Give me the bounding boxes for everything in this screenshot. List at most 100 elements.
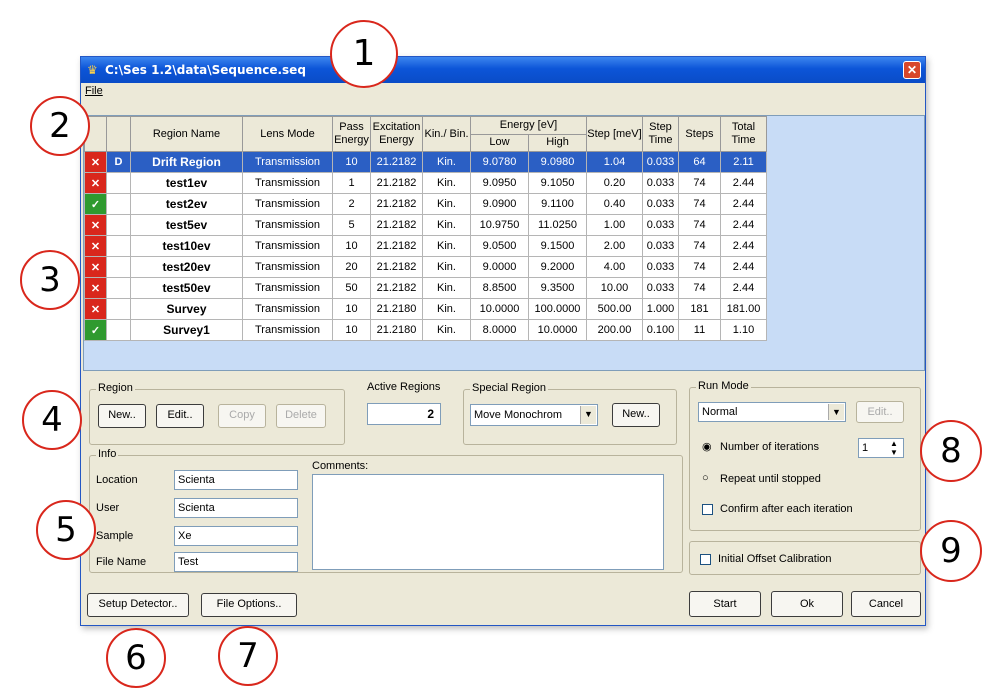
sample-field[interactable]: Xe bbox=[174, 526, 298, 546]
row-flag bbox=[106, 235, 131, 257]
row-flag bbox=[106, 256, 131, 278]
cell-name: test1ev bbox=[130, 172, 243, 194]
title-bar[interactable]: ♛ C:\Ses 1.2\data\Sequence.seq ✕ bbox=[81, 57, 925, 83]
filename-field[interactable]: Test bbox=[174, 552, 298, 572]
region-edit-button[interactable]: Edit.. bbox=[156, 404, 204, 428]
file-options-button[interactable]: File Options.. bbox=[201, 593, 297, 617]
cell-high: 9.1050 bbox=[528, 172, 587, 194]
window-title: C:\Ses 1.2\data\Sequence.seq bbox=[105, 63, 306, 77]
cell-kin: Kin. bbox=[422, 214, 471, 236]
special-region-select[interactable]: Move Monochrom ▼ bbox=[470, 404, 598, 426]
cell-name: Drift Region bbox=[130, 151, 243, 173]
close-button[interactable]: ✕ bbox=[903, 61, 921, 79]
row-flag bbox=[106, 298, 131, 320]
cell-low: 9.0900 bbox=[470, 193, 529, 215]
cell-step: 4.00 bbox=[586, 256, 643, 278]
location-field[interactable]: Scienta bbox=[174, 470, 298, 490]
cell-low: 10.9750 bbox=[470, 214, 529, 236]
callout-4: 4 bbox=[22, 390, 82, 450]
error-x-icon: ✕ bbox=[84, 256, 107, 278]
header-region-name[interactable]: Region Name bbox=[130, 116, 243, 152]
cell-kin: Kin. bbox=[422, 256, 471, 278]
cell-step: 0.20 bbox=[586, 172, 643, 194]
menu-file[interactable]: File bbox=[85, 85, 103, 97]
table-row[interactable]: ✕ test10ev Transmission 10 21.2182 Kin. 9.0500… bbox=[84, 235, 767, 257]
special-region-group: Special Region Move Monochrom ▼ New.. bbox=[463, 382, 677, 445]
cancel-button[interactable]: Cancel bbox=[851, 591, 921, 617]
header-steps[interactable]: Steps bbox=[678, 116, 721, 152]
cell-exc: 21.2182 bbox=[370, 214, 423, 236]
cell-name: Survey bbox=[130, 298, 243, 320]
table-row[interactable]: ✓ test2ev Transmission 2 21.2182 Kin. 9.0900 9.… bbox=[84, 193, 767, 215]
cell-high: 100.0000 bbox=[528, 298, 587, 320]
table-row[interactable]: ✓ Survey1 Transmission 10 21.2180 Kin. 8.0000 1… bbox=[84, 319, 767, 341]
comments-field[interactable] bbox=[312, 474, 664, 570]
cell-steps: 74 bbox=[678, 193, 721, 215]
table-row[interactable]: ✕ test50ev Transmission 50 21.2182 Kin. 8.8500… bbox=[84, 277, 767, 299]
start-button[interactable]: Start bbox=[689, 591, 761, 617]
special-region-new-button[interactable]: New.. bbox=[612, 403, 660, 427]
table-row[interactable]: ✕ Survey Transmission 10 21.2180 Kin. 10.0000 1… bbox=[84, 298, 767, 320]
check-icon: ✓ bbox=[84, 319, 107, 341]
cell-lens: Transmission bbox=[242, 214, 333, 236]
active-regions-group: Active Regions 2 bbox=[357, 381, 455, 445]
row-flag bbox=[106, 172, 131, 194]
cell-step: 1.00 bbox=[586, 214, 643, 236]
cell-name: test50ev bbox=[130, 277, 243, 299]
header-kin-bin[interactable]: Kin./ Bin. bbox=[422, 116, 471, 152]
region-table-wrap: Region Name Lens Mode Pass Energy Excita… bbox=[83, 115, 925, 371]
run-mode-edit-button[interactable]: Edit.. bbox=[856, 401, 904, 423]
cell-step: 10.00 bbox=[586, 277, 643, 299]
run-mode-select[interactable]: Normal ▼ bbox=[698, 402, 846, 422]
cell-lens: Transmission bbox=[242, 151, 333, 173]
calibration-group: Initial Offset Calibration bbox=[689, 541, 921, 575]
cell-step-time: 0.033 bbox=[642, 193, 679, 215]
cell-exc: 21.2182 bbox=[370, 193, 423, 215]
chevron-down-icon[interactable]: ▼ bbox=[828, 404, 844, 420]
calibration-checkbox[interactable] bbox=[700, 554, 711, 565]
cell-exc: 21.2182 bbox=[370, 256, 423, 278]
setup-detector-button[interactable]: Setup Detector.. bbox=[87, 593, 189, 617]
confirm-checkbox[interactable] bbox=[702, 504, 713, 515]
cell-low: 9.0780 bbox=[470, 151, 529, 173]
table-row[interactable]: ✕ D Drift Region Transmission 10 21.2182 Kin. 9… bbox=[84, 151, 767, 173]
cell-name: test5ev bbox=[130, 214, 243, 236]
header-pass-energy[interactable]: Pass Energy bbox=[332, 116, 371, 152]
run-mode-selected: Normal bbox=[702, 406, 738, 418]
region-copy-button[interactable]: Copy bbox=[218, 404, 266, 428]
spinner-icon[interactable]: ▲ ▼ bbox=[890, 439, 898, 457]
cell-step-time: 0.033 bbox=[642, 235, 679, 257]
cell-total: 2.44 bbox=[720, 214, 767, 236]
region-new-button[interactable]: New.. bbox=[98, 404, 146, 428]
sequence-window: ♛ C:\Ses 1.2\data\Sequence.seq ✕ File Re… bbox=[80, 56, 926, 626]
repeat-radio[interactable]: ○ bbox=[702, 472, 709, 484]
table-row[interactable]: ✕ test20ev Transmission 20 21.2182 Kin. 9.0000… bbox=[84, 256, 767, 278]
cell-kin: Kin. bbox=[422, 298, 471, 320]
ok-button[interactable]: Ok bbox=[771, 591, 843, 617]
table-row[interactable]: ✕ test5ev Transmission 5 21.2182 Kin. 10.9750 1… bbox=[84, 214, 767, 236]
header-lens-mode[interactable]: Lens Mode bbox=[242, 116, 333, 152]
header-step[interactable]: Step [meV] bbox=[586, 116, 643, 152]
cell-step-time: 1.000 bbox=[642, 298, 679, 320]
iterations-radio[interactable]: ◉ bbox=[702, 440, 712, 453]
user-field[interactable]: Scienta bbox=[174, 498, 298, 518]
row-flag bbox=[106, 214, 131, 236]
error-x-icon: ✕ bbox=[84, 298, 107, 320]
cell-pass: 1 bbox=[332, 172, 371, 194]
header-total-time[interactable]: Total Time bbox=[720, 116, 767, 152]
header-low[interactable]: Low bbox=[470, 133, 529, 152]
cell-steps: 74 bbox=[678, 256, 721, 278]
chevron-down-icon[interactable]: ▼ bbox=[580, 406, 596, 424]
header-high[interactable]: High bbox=[528, 133, 587, 152]
cell-total: 2.11 bbox=[720, 151, 767, 173]
cell-exc: 21.2182 bbox=[370, 235, 423, 257]
callout-3: 3 bbox=[20, 250, 80, 310]
cell-step: 2.00 bbox=[586, 235, 643, 257]
cell-exc: 21.2180 bbox=[370, 319, 423, 341]
table-row[interactable]: ✕ test1ev Transmission 1 21.2182 Kin. 9.0950 9.… bbox=[84, 172, 767, 194]
header-step-time[interactable]: Step Time bbox=[642, 116, 679, 152]
region-delete-button[interactable]: Delete bbox=[276, 404, 326, 428]
cell-pass: 2 bbox=[332, 193, 371, 215]
cell-high: 9.1500 bbox=[528, 235, 587, 257]
header-excitation-energy[interactable]: Excitation Energy bbox=[370, 116, 423, 152]
